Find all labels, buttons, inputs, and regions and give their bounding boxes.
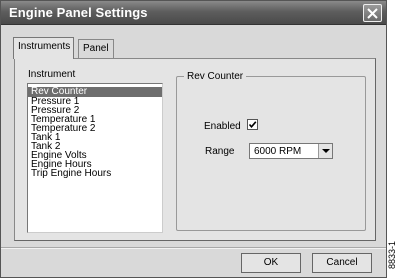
chevron-down-icon (322, 149, 330, 153)
title-bar: Engine Panel Settings (1, 1, 386, 25)
groupbox-title: Rev Counter (184, 71, 247, 82)
cancel-button[interactable]: Cancel (312, 253, 372, 273)
list-item[interactable]: Trip Engine Hours (28, 169, 162, 179)
range-label: Range (205, 146, 235, 157)
instrument-label: Instrument (28, 69, 76, 80)
window-title: Engine Panel Settings (9, 5, 148, 20)
tab-panel[interactable]: Panel (78, 39, 114, 58)
button-separator (1, 247, 386, 249)
check-icon (248, 121, 257, 129)
range-select[interactable]: 6000 RPM (249, 143, 333, 159)
ok-button[interactable]: OK (241, 253, 301, 273)
close-icon (367, 8, 378, 19)
tab-instruments[interactable]: Instruments (13, 37, 74, 59)
figure-number: 8833-1 (387, 232, 397, 278)
close-button[interactable] (363, 4, 382, 22)
range-select-value: 6000 RPM (254, 146, 302, 157)
enabled-label: Enabled (204, 121, 241, 132)
enabled-checkbox[interactable] (247, 119, 258, 130)
range-dropdown-button[interactable] (318, 144, 332, 158)
figure-number-text: 8833-1 (387, 240, 397, 270)
instrument-listbox[interactable]: Rev Counter Pressure 1 Pressure 2 Temper… (27, 83, 163, 233)
